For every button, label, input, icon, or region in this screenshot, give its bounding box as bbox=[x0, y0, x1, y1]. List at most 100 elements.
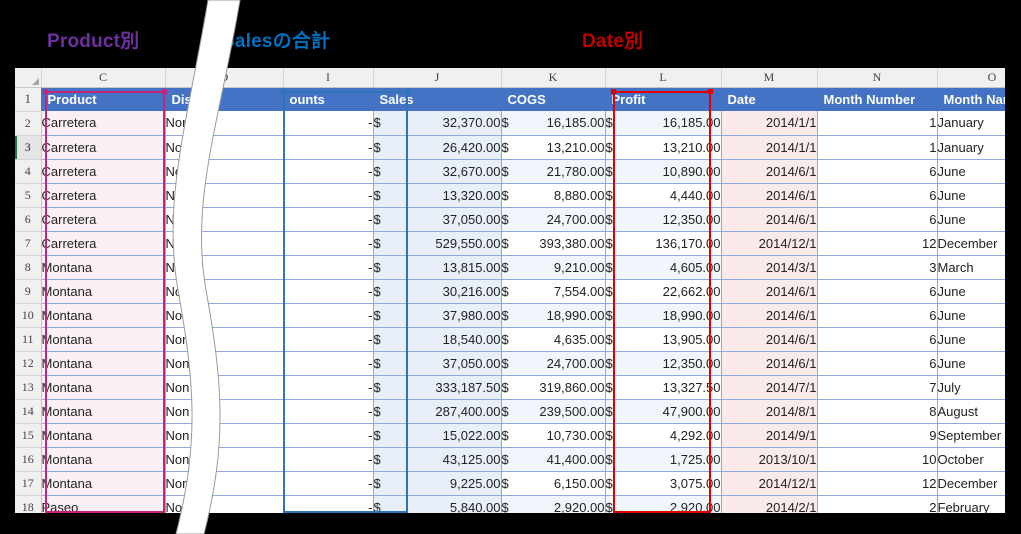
cell-discounts-5[interactable]: - bbox=[283, 183, 374, 208]
cell-date-17[interactable]: 2014/12/1 bbox=[721, 471, 818, 496]
cell-date-13[interactable]: 2014/7/1 bbox=[721, 375, 818, 400]
cell-sales-11[interactable]: $18,540.00 bbox=[373, 327, 502, 352]
cell-discounts-10[interactable]: - bbox=[283, 303, 374, 328]
column-letter-M[interactable]: M bbox=[721, 68, 818, 88]
row-number-16[interactable]: 16 bbox=[15, 447, 42, 472]
cell-product-15[interactable]: Montana bbox=[41, 423, 166, 448]
cell-profit-15[interactable]: $4,292.00 bbox=[605, 423, 722, 448]
cell-product-11[interactable]: Montana bbox=[41, 327, 166, 352]
cell-discounts-12[interactable]: - bbox=[283, 351, 374, 376]
cell-month-number-16[interactable]: 10 bbox=[817, 447, 938, 472]
cell-month-number-3[interactable]: 1 bbox=[817, 135, 938, 160]
cell-discounts-9[interactable]: - bbox=[283, 279, 374, 304]
cell-product-8[interactable]: Montana bbox=[41, 255, 166, 280]
column-letter-N[interactable]: N bbox=[817, 68, 938, 88]
cell-month-number-8[interactable]: 3 bbox=[817, 255, 938, 280]
cell-product-10[interactable]: Montana bbox=[41, 303, 166, 328]
cell-discounts-3[interactable]: - bbox=[283, 135, 374, 160]
cell-product-4[interactable]: Carretera bbox=[41, 159, 166, 184]
cell-cogs-10[interactable]: $18,990.00 bbox=[501, 303, 606, 328]
cell-product-18[interactable]: Paseo bbox=[41, 495, 166, 513]
cell-profit-18[interactable]: $2,920.00 bbox=[605, 495, 722, 513]
cell-sales-13[interactable]: $333,187.50 bbox=[373, 375, 502, 400]
cell-cogs-7[interactable]: $393,380.00 bbox=[501, 231, 606, 256]
cell-product-5[interactable]: Carretera bbox=[41, 183, 166, 208]
row-number-18[interactable]: 18 bbox=[15, 495, 42, 513]
cell-month-number-6[interactable]: 6 bbox=[817, 207, 938, 232]
row-number-3[interactable]: 3 bbox=[15, 135, 42, 160]
cell-month-name-2[interactable]: January bbox=[937, 111, 1005, 136]
header-month-number[interactable]: Month Number bbox=[817, 87, 938, 111]
cell-sales-14[interactable]: $287,400.00 bbox=[373, 399, 502, 424]
cell-month-name-3[interactable]: January bbox=[937, 135, 1005, 160]
row-number-4[interactable]: 4 bbox=[15, 159, 42, 184]
cell-sales-12[interactable]: $37,050.00 bbox=[373, 351, 502, 376]
cell-discounts-16[interactable]: - bbox=[283, 447, 374, 472]
cell-month-number-15[interactable]: 9 bbox=[817, 423, 938, 448]
cell-profit-5[interactable]: $4,440.00 bbox=[605, 183, 722, 208]
column-letter-L[interactable]: L bbox=[605, 68, 722, 88]
cell-month-name-11[interactable]: June bbox=[937, 327, 1005, 352]
cell-date-18[interactable]: 2014/2/1 bbox=[721, 495, 818, 513]
cell-date-3[interactable]: 2014/1/1 bbox=[721, 135, 818, 160]
cell-sales-15[interactable]: $15,022.00 bbox=[373, 423, 502, 448]
cell-profit-12[interactable]: $12,350.00 bbox=[605, 351, 722, 376]
cell-profit-13[interactable]: $13,327.50 bbox=[605, 375, 722, 400]
cell-product-16[interactable]: Montana bbox=[41, 447, 166, 472]
cell-product-6[interactable]: Carretera bbox=[41, 207, 166, 232]
row-number-15[interactable]: 15 bbox=[15, 423, 42, 448]
cell-sales-17[interactable]: $9,225.00 bbox=[373, 471, 502, 496]
cell-discounts-7[interactable]: - bbox=[283, 231, 374, 256]
cell-date-6[interactable]: 2014/6/1 bbox=[721, 207, 818, 232]
cell-month-name-9[interactable]: June bbox=[937, 279, 1005, 304]
cell-month-name-17[interactable]: December bbox=[937, 471, 1005, 496]
cell-sales-18[interactable]: $5,840.00 bbox=[373, 495, 502, 513]
cell-profit-7[interactable]: $136,170.00 bbox=[605, 231, 722, 256]
cell-sales-4[interactable]: $32,670.00 bbox=[373, 159, 502, 184]
cell-date-4[interactable]: 2014/6/1 bbox=[721, 159, 818, 184]
cell-sales-8[interactable]: $13,815.00 bbox=[373, 255, 502, 280]
cell-month-number-4[interactable]: 6 bbox=[817, 159, 938, 184]
cell-cogs-4[interactable]: $21,780.00 bbox=[501, 159, 606, 184]
header-sales[interactable]: Sales bbox=[373, 87, 502, 111]
cell-cogs-6[interactable]: $24,700.00 bbox=[501, 207, 606, 232]
row-number-2[interactable]: 2 bbox=[15, 111, 42, 136]
cell-month-number-14[interactable]: 8 bbox=[817, 399, 938, 424]
row-number-13[interactable]: 13 bbox=[15, 375, 42, 400]
cell-product-14[interactable]: Montana bbox=[41, 399, 166, 424]
cell-date-12[interactable]: 2014/6/1 bbox=[721, 351, 818, 376]
cell-cogs-2[interactable]: $16,185.00 bbox=[501, 111, 606, 136]
cell-sales-16[interactable]: $43,125.00 bbox=[373, 447, 502, 472]
cell-date-11[interactable]: 2014/6/1 bbox=[721, 327, 818, 352]
cell-sales-2[interactable]: $32,370.00 bbox=[373, 111, 502, 136]
cell-discounts-17[interactable]: - bbox=[283, 471, 374, 496]
cell-cogs-15[interactable]: $10,730.00 bbox=[501, 423, 606, 448]
cell-cogs-18[interactable]: $2,920.00 bbox=[501, 495, 606, 513]
cell-month-name-16[interactable]: October bbox=[937, 447, 1005, 472]
row-number-1[interactable]: 1 bbox=[15, 87, 42, 112]
cell-sales-3[interactable]: $26,420.00 bbox=[373, 135, 502, 160]
cell-cogs-3[interactable]: $13,210.00 bbox=[501, 135, 606, 160]
cell-date-14[interactable]: 2014/8/1 bbox=[721, 399, 818, 424]
column-letter-I[interactable]: I bbox=[283, 68, 374, 88]
cell-profit-11[interactable]: $13,905.00 bbox=[605, 327, 722, 352]
cell-discounts-6[interactable]: - bbox=[283, 207, 374, 232]
cell-month-name-6[interactable]: June bbox=[937, 207, 1005, 232]
select-all-corner[interactable] bbox=[15, 68, 42, 88]
cell-sales-7[interactable]: $529,550.00 bbox=[373, 231, 502, 256]
cell-sales-10[interactable]: $37,980.00 bbox=[373, 303, 502, 328]
cell-month-number-9[interactable]: 6 bbox=[817, 279, 938, 304]
header-date[interactable]: Date bbox=[721, 87, 818, 111]
cell-cogs-5[interactable]: $8,880.00 bbox=[501, 183, 606, 208]
cell-profit-14[interactable]: $47,900.00 bbox=[605, 399, 722, 424]
cell-product-9[interactable]: Montana bbox=[41, 279, 166, 304]
cell-month-number-7[interactable]: 12 bbox=[817, 231, 938, 256]
cell-sales-5[interactable]: $13,320.00 bbox=[373, 183, 502, 208]
cell-product-17[interactable]: Montana bbox=[41, 471, 166, 496]
cell-month-name-15[interactable]: September bbox=[937, 423, 1005, 448]
header-product[interactable]: Product bbox=[41, 87, 166, 111]
cell-profit-6[interactable]: $12,350.00 bbox=[605, 207, 722, 232]
cell-profit-2[interactable]: $16,185.00 bbox=[605, 111, 722, 136]
cell-month-number-17[interactable]: 12 bbox=[817, 471, 938, 496]
header-profit[interactable]: Profit bbox=[605, 87, 722, 111]
